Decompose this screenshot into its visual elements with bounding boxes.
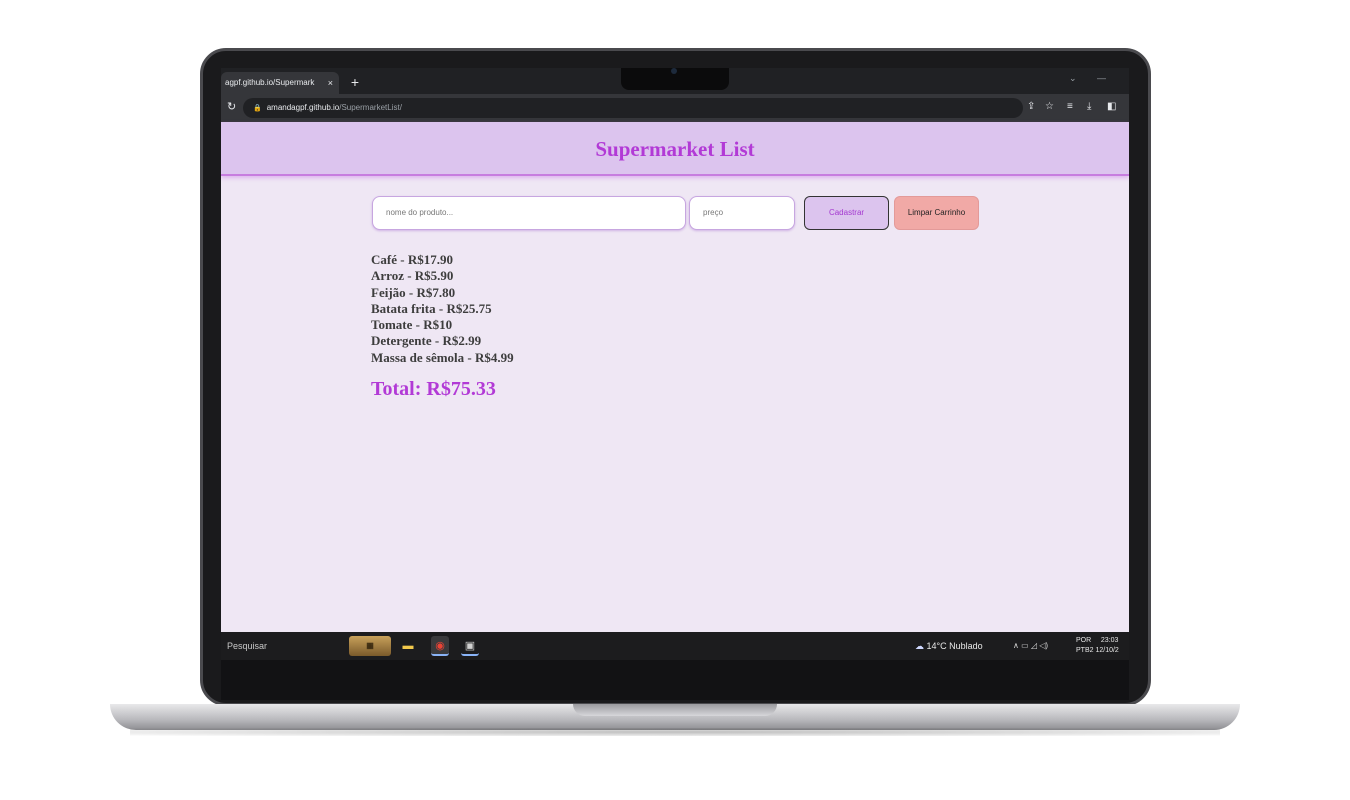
cloud-icon: ☁: [915, 641, 924, 651]
language-indicator: POR: [1076, 637, 1092, 644]
clear-cart-button[interactable]: Limpar Carrinho: [894, 196, 979, 230]
product-name-input[interactable]: nome do produto...: [372, 196, 686, 230]
star-icon[interactable]: ☆: [1045, 101, 1054, 112]
system-tray[interactable]: ∧ ▭ ◿ ◁): [1013, 632, 1048, 660]
taskbar-search[interactable]: Pesquisar: [227, 632, 337, 660]
list-item: Detergente - R$2.99: [371, 333, 482, 349]
laptop-chin: [221, 660, 1129, 700]
date: 12/10/2: [1095, 647, 1119, 654]
minimize-icon[interactable]: —: [1097, 73, 1106, 83]
url-field[interactable]: 🔒 amandagpf.github.io/SupermarketList/: [243, 98, 1023, 118]
chevron-up-icon[interactable]: ∧: [1013, 641, 1019, 650]
volume-icon: ◁): [1039, 641, 1049, 650]
browser-tab[interactable]: agpf.github.io/Supermark ×: [221, 72, 339, 94]
cart-total: Total: R$75.33: [371, 378, 496, 400]
chevron-down-icon[interactable]: ⌄: [1069, 73, 1077, 84]
register-button[interactable]: Cadastrar: [804, 196, 889, 230]
reading-list-icon[interactable]: ≡: [1067, 101, 1073, 112]
list-item: Tomate - R$10: [371, 317, 453, 333]
camera-icon: [671, 68, 677, 74]
url-path: /SupermarketList/: [339, 103, 402, 112]
list-item: Café - R$17.90: [371, 252, 453, 267]
taskbar: Pesquisar ▦ ▬ ◉ ▣ ☁ 14°C Nublado ∧ ▭ ◿ ◁…: [221, 632, 1129, 660]
keyboard-indicator: PTB2: [1076, 647, 1094, 654]
web-page: Supermarket List nome do produto... preç…: [221, 122, 1129, 632]
shopping-list: Café - R$17.90 Arroz - R$5.90 Feijão - R…: [371, 252, 514, 366]
close-tab-icon[interactable]: ×: [328, 72, 333, 94]
game-app-icon[interactable]: ▦: [349, 636, 391, 656]
screen: agpf.github.io/Supermark × + ⌄ — ↻ 🔒 aman…: [221, 68, 1129, 660]
clock[interactable]: POR 23:03 PTB2 12/10/2: [1076, 636, 1119, 656]
page-title: Supermarket List: [595, 137, 755, 161]
battery-icon: ▭: [1021, 641, 1029, 650]
lock-icon: 🔒: [253, 105, 262, 112]
price-input[interactable]: preço: [689, 196, 795, 230]
list-item: Batata frita - R$25.75: [371, 300, 492, 316]
network-icon: ◿: [1030, 641, 1038, 650]
time: 23:03: [1100, 637, 1119, 644]
laptop-shadow: [130, 728, 1220, 736]
tab-title: agpf.github.io/Supermark: [225, 78, 315, 87]
new-tab-button[interactable]: +: [345, 72, 365, 92]
weather-text: 14°C Nublado: [926, 641, 983, 651]
chrome-icon[interactable]: ◉: [431, 636, 449, 656]
download-icon[interactable]: ⤓: [1087, 101, 1091, 112]
page-header: Supermarket List: [221, 122, 1129, 176]
app-icon[interactable]: ▣: [461, 636, 479, 656]
reload-icon[interactable]: ↻: [227, 100, 236, 113]
weather-widget[interactable]: ☁ 14°C Nublado: [915, 632, 983, 660]
camera-notch: [621, 68, 729, 90]
list-item: Feijão - R$7.80: [371, 284, 456, 300]
list-item: Arroz - R$5.90: [371, 268, 454, 284]
folder-icon[interactable]: ▬: [399, 636, 417, 656]
laptop-lip: [573, 704, 777, 716]
share-icon[interactable]: ⇪: [1027, 101, 1035, 112]
side-panel-icon[interactable]: ◧: [1107, 101, 1116, 112]
list-item: Massa de sêmola - R$4.99: [371, 349, 514, 365]
address-bar: ↻ 🔒 amandagpf.github.io/SupermarketList/ …: [221, 94, 1129, 122]
url-host: amandagpf.github.io: [266, 103, 340, 112]
